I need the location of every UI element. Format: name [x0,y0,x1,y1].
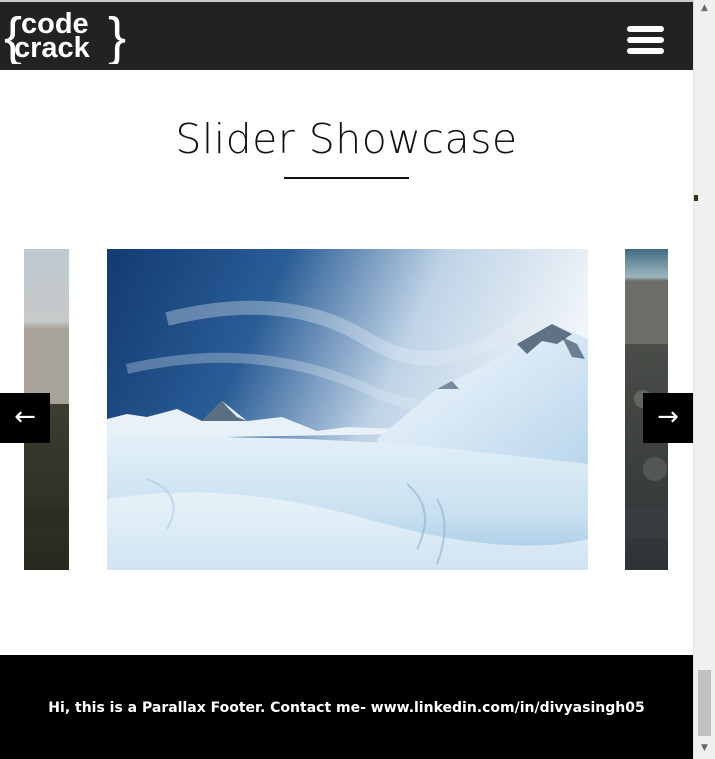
logo-brace-right: } [108,7,126,64]
logo-text-line2: crack [14,32,91,64]
scrollbar-edge-mark [694,195,698,201]
slider-prev-button[interactable]: ← [0,393,50,443]
title-underline [284,177,409,179]
footer: Hi, this is a Parallax Footer. Contact m… [0,655,693,759]
footer-contact-text: Hi, this is a Parallax Footer. Contact m… [48,700,645,716]
scrollbar[interactable]: ▲ ▼ [693,0,715,759]
slide-current[interactable] [107,249,588,570]
hamburger-menu-icon[interactable] [624,23,668,57]
slider-next-button[interactable]: → [643,393,693,443]
hamburger-bar [627,26,664,32]
scroll-down-arrow-icon[interactable]: ▼ [694,740,715,756]
codecrack-logo[interactable]: { code crack } [0,6,130,64]
scrollbar-thumb[interactable] [698,670,711,736]
site-header: { code crack } [0,2,693,70]
scroll-up-arrow-icon[interactable]: ▲ [694,0,715,16]
page-title: Slider Showcase [175,115,518,164]
hamburger-bar [627,37,664,43]
hamburger-bar [627,48,664,54]
slide-current-image [107,249,588,570]
